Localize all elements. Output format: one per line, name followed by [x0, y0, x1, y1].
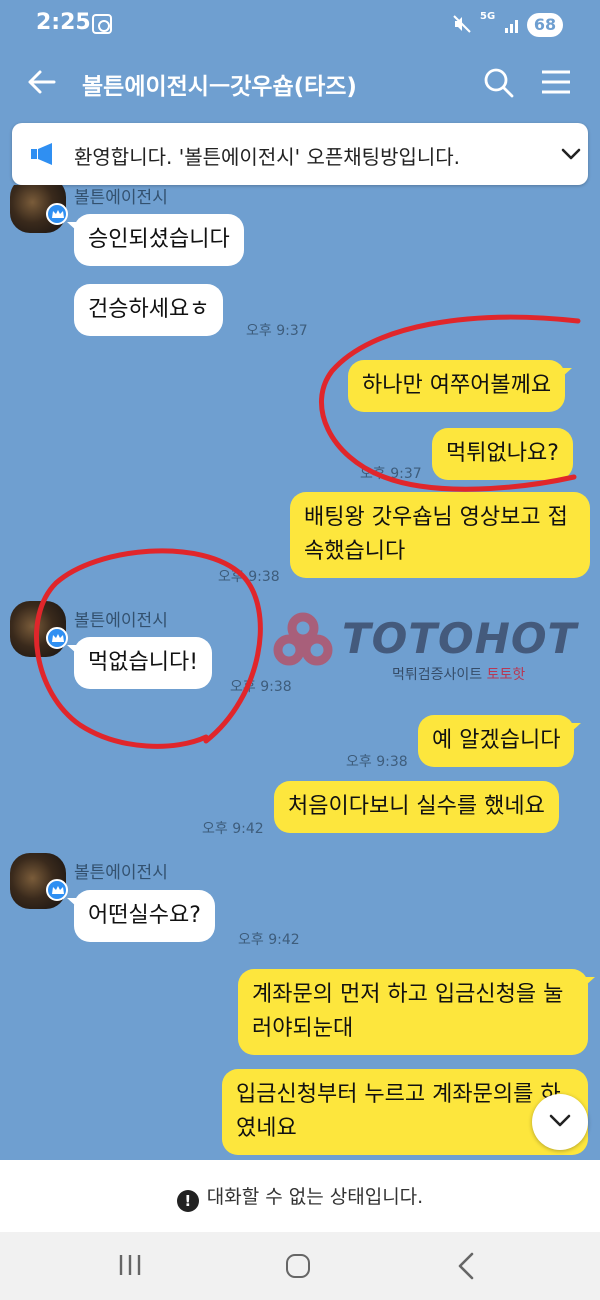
chevron-down-icon[interactable] — [560, 143, 582, 165]
message-time: 오후 9:38 — [218, 569, 280, 585]
chat-area[interactable]: 볼튼에이전시 승인되셨습니다 건승하세요ㅎ 오후 9:37 하나만 여쭈어볼께요… — [0, 185, 600, 1160]
system-nav-bar — [0, 1232, 600, 1300]
sender-name: 볼튼에이전시 — [74, 863, 168, 883]
admin-crown-icon — [46, 627, 68, 649]
back-arrow-icon[interactable] — [24, 64, 60, 100]
message-bubble-out[interactable]: 계좌문의 먼저 하고 입금신청을 눌러야되눈대 — [238, 969, 595, 1055]
sender-name: 볼튼에이전시 — [74, 611, 168, 631]
avatar[interactable] — [10, 853, 68, 909]
admin-crown-icon — [46, 879, 68, 901]
footer-content: ! 대화할 수 없는 상태입니다. — [0, 1182, 600, 1212]
message-time: 오후 9:42 — [238, 932, 300, 948]
recents-icon[interactable] — [118, 1254, 142, 1276]
message-time: 오후 9:38 — [346, 754, 408, 770]
sender-name: 볼튼에이전시 — [74, 188, 168, 208]
message-bubble-in[interactable]: 승인되셨습니다 — [67, 214, 244, 266]
hamburger-menu-icon[interactable] — [540, 68, 572, 96]
back-nav-icon[interactable] — [456, 1252, 476, 1280]
status-bar: 2:25 5G 68 — [0, 0, 600, 52]
message-bubble-out[interactable]: 하나만 여쭈어볼께요 — [348, 360, 573, 412]
chat-disabled-footer: ! 대화할 수 없는 상태입니다. — [0, 1160, 600, 1232]
signal-icon — [504, 16, 522, 34]
admin-crown-icon — [46, 203, 68, 225]
notice-text: 환영합니다. '볼튼에이전시' 오픈채팅방입니다. — [74, 145, 461, 169]
watermark-subtitle-accent: 토토핫 — [486, 667, 526, 683]
message-time: 오후 9:37 — [246, 323, 308, 339]
warning-icon: ! — [176, 1190, 199, 1212]
message-bubble-out[interactable]: 배팅왕 갓우숍님 영상보고 접속했습니다 — [290, 492, 590, 578]
notice-banner[interactable]: 환영합니다. '볼튼에이전시' 오픈채팅방입니다. — [12, 123, 588, 185]
watermark-subtitle-prefix: 먹튀검증사이트 — [392, 667, 487, 683]
watermark: TOTOHOT 먹튀검증사이트 토토핫 — [270, 610, 600, 690]
message-bubble-out[interactable]: 처음이다보니 실수를 했네요 — [274, 781, 559, 833]
network-5g-icon: 5G — [480, 11, 496, 22]
message-time: 오후 9:42 — [202, 821, 264, 837]
watermark-brand: TOTOHOT — [342, 614, 578, 663]
message-bubble-in[interactable]: 건승하세요ㅎ — [74, 284, 224, 336]
chat-room-title: 볼튼에이전시ㅡ갓우숍(타즈) — [82, 74, 357, 100]
mute-icon — [452, 14, 472, 39]
battery-icon: 68 — [527, 13, 563, 37]
avatar[interactable] — [10, 601, 68, 657]
message-bubble-out[interactable]: 먹튀없나요? — [432, 428, 573, 480]
app-bar: 볼튼에이전시ㅡ갓우숍(타즈) — [0, 52, 600, 112]
megaphone-icon — [30, 142, 56, 166]
screen-record-icon — [92, 14, 112, 34]
message-time: 오후 9:37 — [360, 466, 422, 482]
search-icon[interactable] — [482, 66, 516, 100]
scroll-to-bottom-button[interactable] — [532, 1094, 588, 1150]
message-bubble-out[interactable]: 예 알겠습니다 — [418, 715, 582, 767]
status-time: 2:25 — [36, 10, 91, 35]
watermark-logo-icon — [273, 612, 333, 666]
message-bubble-in[interactable]: 어떤실수요? — [67, 890, 215, 942]
message-bubble-in[interactable]: 먹없습니다! — [66, 637, 213, 689]
avatar[interactable] — [10, 185, 68, 233]
footer-text: 대화할 수 없는 상태입니다. — [206, 1186, 424, 1208]
chevron-down-icon — [549, 1114, 571, 1127]
home-icon[interactable] — [286, 1254, 310, 1278]
watermark-subtitle: 먹튀검증사이트 토토핫 — [392, 664, 525, 684]
